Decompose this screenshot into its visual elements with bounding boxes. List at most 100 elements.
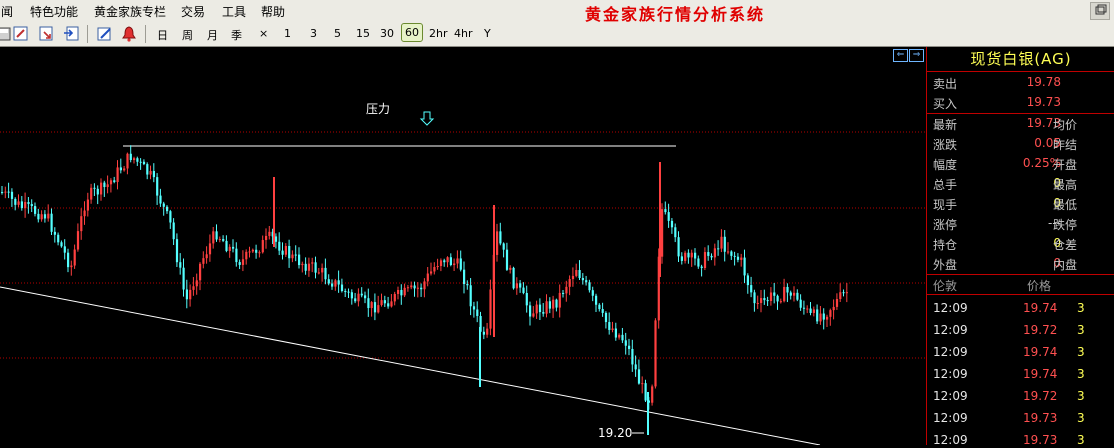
period-5min[interactable]: 5: [334, 27, 341, 40]
candle-body: [156, 177, 159, 196]
alarm-bell-icon[interactable]: [120, 25, 138, 43]
period-4hr[interactable]: 4hr: [454, 27, 473, 40]
menu-item-help[interactable]: 帮助: [261, 3, 285, 20]
draw-tool-icon[interactable]: [96, 25, 114, 43]
period-60min[interactable]: 60: [401, 23, 423, 42]
candle-body: [70, 265, 73, 268]
candle-body: [185, 289, 188, 300]
period-year[interactable]: Y: [484, 27, 491, 40]
candle-body: [793, 292, 796, 296]
stat-label2: 最低: [1053, 198, 1078, 212]
candle-body: [192, 286, 195, 290]
candle-body: [430, 271, 433, 274]
candle-body: [779, 301, 782, 303]
tick-price: 19.74: [1023, 345, 1058, 359]
candle-body: [50, 213, 53, 232]
import-icon[interactable]: [62, 25, 80, 43]
candle-body: [766, 300, 769, 302]
kline-chart-canvas: 压力 19.20: [0, 102, 926, 446]
candle-body: [307, 263, 311, 271]
candle-body: [453, 263, 456, 266]
period-week[interactable]: 周: [182, 27, 193, 43]
candle-body: [845, 292, 848, 294]
tick-price: 19.72: [1023, 323, 1058, 337]
menu-item-column[interactable]: 黄金家族专栏: [94, 3, 166, 20]
candle-body: [364, 295, 367, 299]
candle-body: [413, 285, 416, 289]
candle-body: [832, 306, 835, 311]
candle-body: [152, 170, 155, 178]
candle-body: [93, 187, 96, 189]
edit-icon[interactable]: [12, 25, 30, 43]
candle-body: [317, 272, 320, 274]
candle-body: [340, 284, 344, 292]
candle-body: [604, 312, 608, 323]
candle-body: [373, 302, 377, 313]
period-1min[interactable]: 1: [284, 27, 291, 40]
chart-nav-right-button[interactable]: ⇒: [909, 49, 924, 62]
tick-time: 12:09: [933, 411, 968, 425]
menu-item-news[interactable]: 闻: [1, 3, 13, 20]
candle-body: [624, 340, 627, 346]
candle-body: [575, 270, 578, 276]
candle-body: [443, 260, 446, 263]
candle-body: [241, 259, 245, 265]
candle-body: [103, 182, 106, 188]
candle-body: [311, 262, 314, 264]
toolbar-divider: [87, 25, 88, 43]
candle-body: [707, 252, 710, 256]
candle-body: [631, 348, 634, 365]
kline-chart[interactable]: 压力 19.20 ⇐ ⇒: [0, 47, 926, 446]
menu-item-trade[interactable]: 交易: [181, 3, 205, 20]
candle-body: [687, 252, 690, 258]
export-icon[interactable]: [38, 25, 56, 43]
period-close[interactable]: ×: [259, 27, 268, 40]
candle-body: [327, 279, 330, 284]
candle-body: [809, 308, 812, 313]
period-30min[interactable]: 30: [380, 27, 394, 40]
candle-body: [400, 289, 403, 296]
window-restore-button[interactable]: [1090, 2, 1110, 20]
stat-value: 0.05: [1034, 136, 1061, 150]
tick-volume: 3: [1077, 367, 1085, 381]
candle-body: [274, 236, 278, 242]
panel-divider: [927, 113, 1114, 114]
candle-body: [182, 267, 185, 290]
toolbar-divider: [145, 25, 146, 43]
candle-body: [129, 153, 132, 161]
menu-item-features[interactable]: 特色功能: [30, 3, 78, 20]
candle-body: [496, 231, 499, 255]
period-month[interactable]: 月: [207, 27, 218, 43]
candle-body: [100, 182, 103, 195]
period-2hr[interactable]: 2hr: [429, 27, 448, 40]
candle-body: [459, 258, 462, 270]
candle-body: [360, 293, 363, 296]
period-15min[interactable]: 15: [356, 27, 370, 40]
candle-body: [17, 201, 20, 205]
stat-value: ---: [1048, 216, 1061, 230]
stat-label2: 均价: [1053, 118, 1078, 132]
candle-body: [502, 243, 505, 250]
candle-body: [179, 262, 182, 268]
candle-body: [4, 191, 7, 193]
candle-body: [90, 187, 93, 200]
candle-body: [578, 270, 581, 279]
period-quarter[interactable]: 季: [231, 27, 242, 43]
menu-item-tools[interactable]: 工具: [222, 3, 246, 20]
tick-volume: 3: [1077, 323, 1085, 337]
candle-body: [354, 298, 357, 302]
candle-body: [466, 284, 469, 286]
candle-body: [611, 328, 614, 330]
period-3min[interactable]: 3: [310, 27, 317, 40]
candle-body: [634, 364, 637, 370]
candle-body: [238, 262, 241, 265]
chart-nav-left-button[interactable]: ⇐: [893, 49, 908, 62]
candle-body: [799, 299, 802, 308]
candle-body: [651, 386, 654, 403]
candle-body: [109, 180, 113, 185]
candle-body: [301, 263, 304, 266]
candle-body: [298, 254, 301, 266]
candle-body: [641, 383, 644, 385]
period-day[interactable]: 日: [157, 27, 168, 43]
candle-body: [674, 227, 677, 238]
